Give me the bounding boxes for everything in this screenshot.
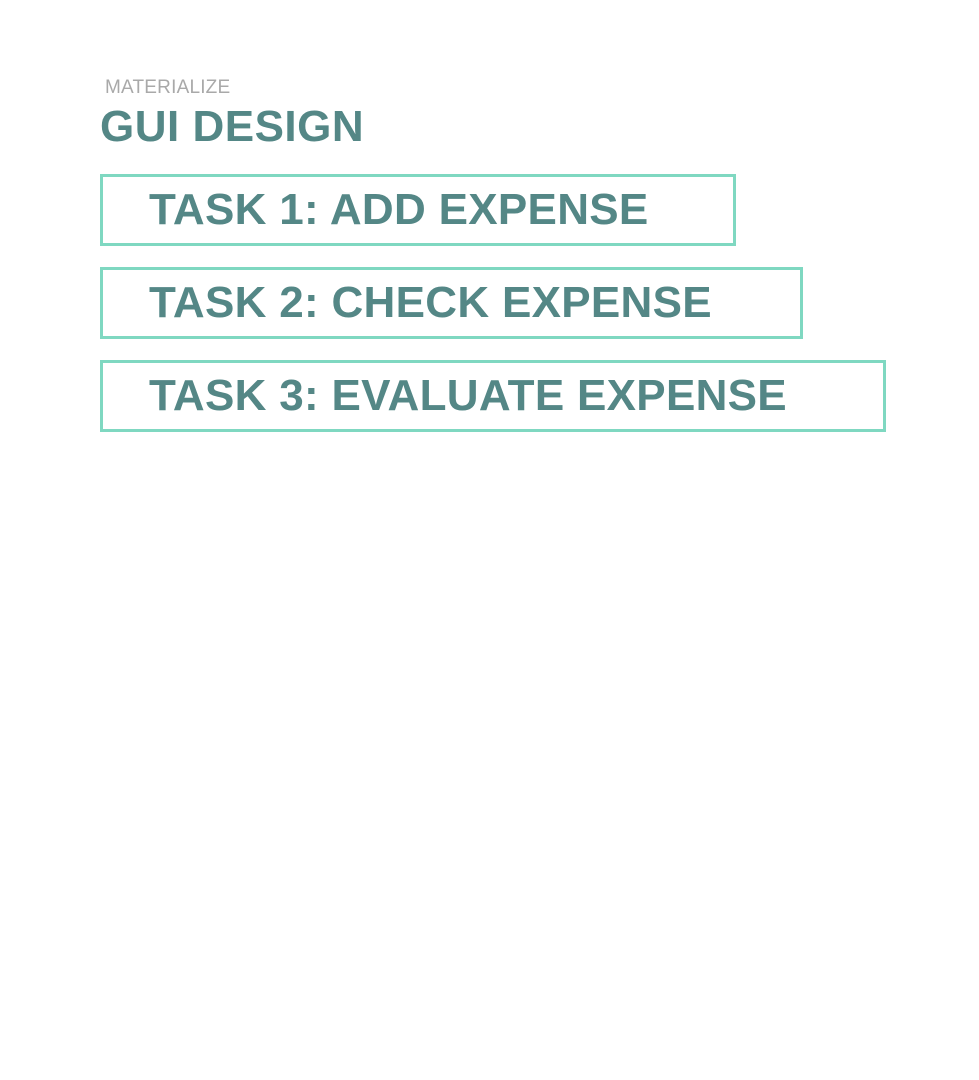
task-1-button[interactable]: TASK 1: ADD EXPENSE [100,174,736,246]
page-title: GUI DESIGN [100,102,365,151]
section-eyebrow: MATERIALIZE [105,77,231,98]
page-content: MATERIALIZE GUI DESIGN TASK 1: ADD EXPEN… [100,76,900,453]
task-list: TASK 1: ADD EXPENSE TASK 2: CHECK EXPENS… [100,174,900,432]
task-3-label: TASK 3: EVALUATE EXPENSE [149,371,787,420]
task-2-label: TASK 2: CHECK EXPENSE [149,278,712,327]
task-3-button[interactable]: TASK 3: EVALUATE EXPENSE [100,360,886,432]
task-2-button[interactable]: TASK 2: CHECK EXPENSE [100,267,803,339]
task-1-label: TASK 1: ADD EXPENSE [149,185,649,234]
